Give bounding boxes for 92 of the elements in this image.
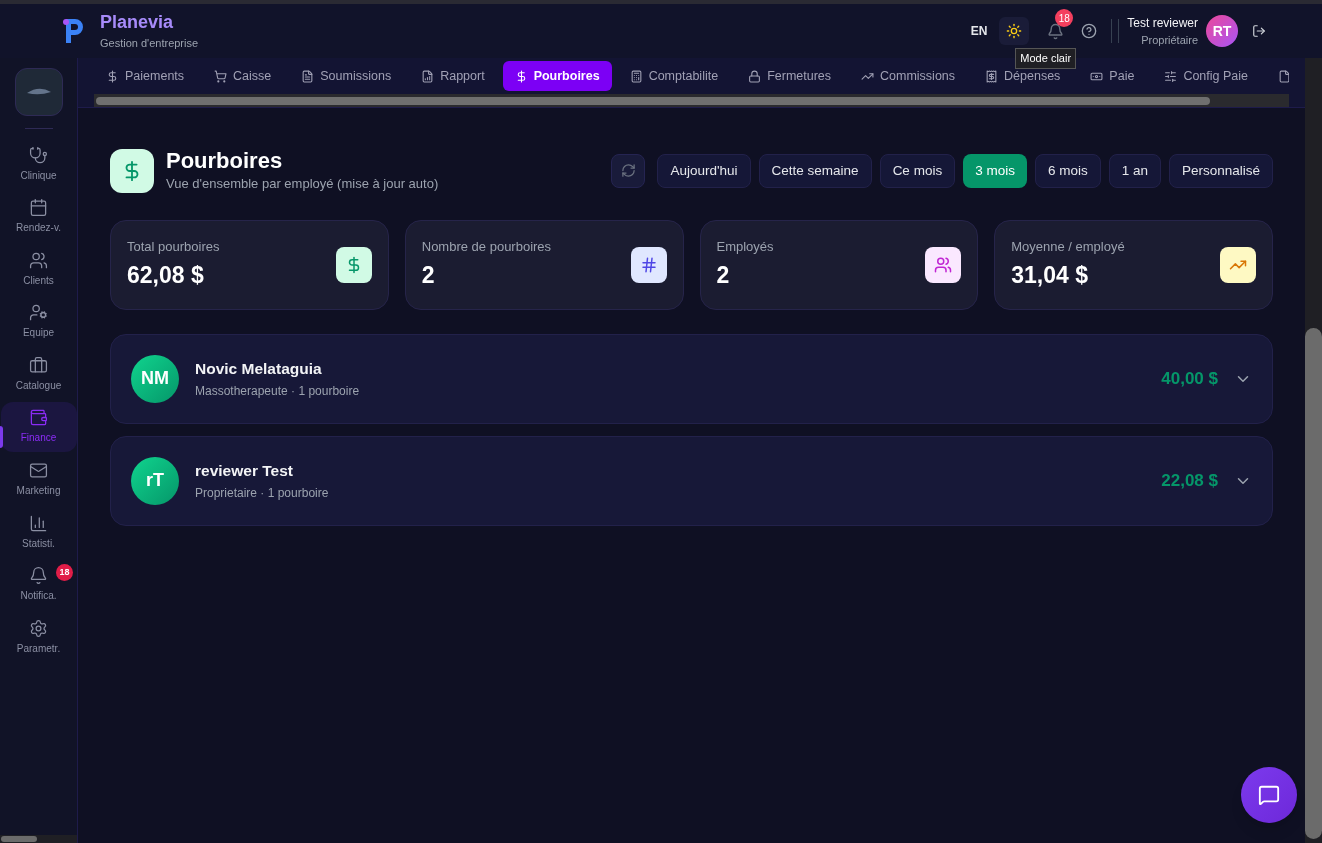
sidebar-item[interactable]: Marketing	[0, 454, 77, 505]
period-button[interactable]: Cette semaine	[758, 153, 872, 188]
chat-icon	[1258, 784, 1280, 806]
settings-icon	[29, 618, 48, 638]
logout-icon[interactable]	[1252, 24, 1266, 38]
sun-icon	[1006, 23, 1023, 39]
bell-icon[interactable]	[1046, 22, 1064, 40]
page-subtitle: Vue d'ensemble par employé (mise à jour auto)	[166, 175, 439, 193]
trend-icon	[1220, 246, 1256, 283]
tab[interactable]: Caisse	[202, 61, 284, 91]
employee-row[interactable]: NM Novic Melataguia Massotherapeute · 1 pourboire 40,00 $	[110, 333, 1273, 424]
users-icon	[29, 250, 48, 270]
notification-badge: 18	[1055, 9, 1074, 27]
tab[interactable]: Fermetures	[736, 61, 844, 91]
stat-label: Employés	[716, 237, 775, 256]
bell-icon	[29, 566, 48, 586]
page-title: Pourboires	[166, 148, 284, 174]
brand-subtitle: Gestion d'entreprise	[100, 35, 199, 51]
stat-value: 31,04 $	[1011, 261, 1089, 290]
stethoscope-icon	[29, 145, 48, 165]
tip-amount: 22,08 $	[1161, 469, 1218, 492]
sidebar-item[interactable]: Statisti.	[0, 507, 77, 558]
employee-avatar: NM	[131, 354, 179, 403]
stat-value: 2	[421, 261, 436, 290]
lock-icon	[748, 69, 762, 83]
document-icon	[301, 69, 315, 83]
brand-name: Planevia	[100, 10, 175, 33]
scrollbar-thumb[interactable]	[1, 836, 37, 842]
refresh-button[interactable]	[611, 153, 646, 188]
briefcase-icon	[29, 355, 48, 375]
tab[interactable]: Soumissions	[289, 61, 404, 91]
cart-icon	[214, 69, 228, 83]
sidebar-item[interactable]: Clinique	[0, 139, 77, 189]
stat-value: 2	[716, 261, 731, 290]
theme-button[interactable]	[999, 17, 1030, 45]
employee-detail: Massotherapeute · 1 pourboire	[195, 383, 361, 401]
scrollbar[interactable]	[0, 835, 77, 843]
employee-name: Novic Melataguia	[195, 358, 323, 379]
report-icon	[421, 69, 435, 83]
hash-icon	[630, 246, 667, 283]
bar-chart-icon	[29, 513, 48, 533]
user-role: Propriétaire	[1141, 32, 1198, 48]
employee-detail: Proprietaire · 1 pourboire	[195, 485, 330, 503]
period-button[interactable]: 1 an	[1108, 153, 1161, 188]
calendar-icon	[29, 198, 48, 218]
stat-label: Nombre de pourboires	[421, 237, 553, 256]
help-icon[interactable]	[1081, 23, 1098, 39]
receipt-icon	[985, 69, 999, 83]
sidebar-item[interactable]: Parametr.	[0, 612, 77, 663]
stat-value: 62,08 $	[127, 261, 205, 290]
tab[interactable]: Rapport	[409, 61, 497, 91]
stat-label: Moyenne / employé	[1011, 237, 1126, 256]
employee-name: reviewer Test	[195, 460, 294, 481]
document-icon	[1278, 69, 1289, 83]
scrollbar[interactable]	[94, 94, 1289, 107]
period-button[interactable]: Ce mois	[879, 153, 956, 188]
refresh-icon	[620, 163, 636, 179]
dollar-icon	[106, 69, 119, 83]
sidebar-item[interactable]: Clients	[0, 244, 77, 295]
tab[interactable]: Pourboires	[502, 61, 612, 91]
tip-amount: 40,00 $	[1161, 367, 1218, 390]
sidebar-item[interactable]: Catalogue	[0, 349, 77, 400]
notification-badge: 18	[56, 563, 73, 581]
period-button[interactable]: Aujourd'hui	[657, 153, 751, 188]
user-gear-icon	[29, 303, 48, 323]
tab[interactable]: Config Paie	[1152, 61, 1260, 91]
sliders-icon	[1164, 69, 1178, 83]
tab[interactable]: Paiements	[94, 61, 197, 91]
dollar-icon	[335, 246, 372, 283]
employee-row[interactable]: rT reviewer Test Proprietaire · 1 pourboire 22,08 $	[110, 435, 1273, 526]
tab[interactable]: Comptabilite	[617, 61, 731, 91]
period-button[interactable]: 3 mois	[963, 153, 1027, 188]
scrollbar-thumb[interactable]	[1305, 328, 1322, 839]
user-name: Test reviewer	[1127, 14, 1198, 32]
wallet-icon	[29, 408, 48, 428]
users-icon	[925, 246, 962, 283]
period-button[interactable]: 6 mois	[1034, 153, 1101, 188]
stat-label: Total pourboires	[127, 237, 221, 256]
sidebar-item[interactable]: Equipe	[0, 296, 77, 347]
scrollbar-thumb[interactable]	[96, 96, 1210, 105]
logo-icon	[62, 16, 86, 46]
chat-button[interactable]	[1241, 767, 1297, 823]
scrollbar[interactable]	[1305, 58, 1322, 843]
period-button[interactable]: Personnalisé	[1168, 153, 1273, 188]
tab[interactable]: Paie	[1078, 61, 1147, 91]
sidebar-item[interactable]: Rendez-v.	[0, 191, 77, 242]
employee-avatar: rT	[131, 456, 179, 505]
calculator-icon	[629, 69, 643, 83]
tab[interactable]: Commissions	[849, 61, 968, 91]
user-avatar[interactable]: RT	[1206, 15, 1238, 47]
tooltip: Mode clair	[1015, 48, 1077, 69]
language-toggle[interactable]: EN	[970, 22, 988, 40]
